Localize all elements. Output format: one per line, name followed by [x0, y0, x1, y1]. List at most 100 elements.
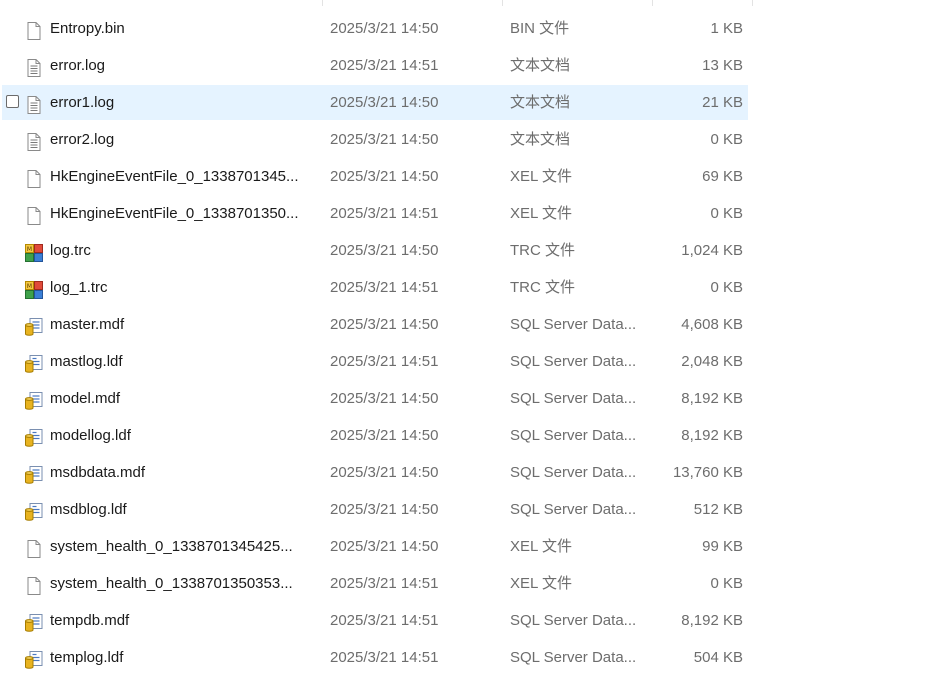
- column-separator-1[interactable]: [322, 0, 323, 6]
- file-size: 1 KB: [710, 20, 743, 37]
- file-row[interactable]: mastlog.ldf 2025/3/21 14:51 SQL Server Dat…: [0, 343, 927, 380]
- file-row[interactable]: msdblog.ldf 2025/3/21 14:50 SQL Server Dat…: [0, 491, 927, 528]
- sql-data-file-icon: [24, 610, 44, 632]
- file-type: 文本文档: [510, 131, 571, 148]
- file-row[interactable]: Mlog.trc 2025/3/21 14:50 TRC 文件 1,024 KB: [0, 232, 927, 269]
- file-type: TRC 文件: [510, 279, 575, 296]
- file-row[interactable]: msdbdata.mdf 2025/3/21 14:50 SQL Server Da…: [0, 454, 927, 491]
- row-checkbox[interactable]: [6, 95, 19, 108]
- file-name[interactable]: error.log: [50, 47, 320, 84]
- file-size: 8,192 KB: [681, 612, 743, 629]
- file-row[interactable]: error2.log 2025/3/21 14:50 文本文档 0 KB: [0, 121, 927, 158]
- file-name[interactable]: system_health_0_1338701345425...: [50, 528, 320, 565]
- file-date-modified: 2025/3/21 14:51: [330, 575, 439, 592]
- file-name[interactable]: system_health_0_1338701350353...: [50, 565, 320, 602]
- file-date-modified: 2025/3/21 14:50: [330, 20, 439, 37]
- file-row[interactable]: error.log 2025/3/21 14:51 文本文档 13 KB: [0, 47, 927, 84]
- file-name[interactable]: log.trc: [50, 232, 320, 269]
- file-type: SQL Server Data...: [510, 427, 637, 444]
- file-size: 0 KB: [710, 131, 743, 148]
- file-row[interactable]: model.mdf 2025/3/21 14:50 SQL Server Data.…: [0, 380, 927, 417]
- file-type: SQL Server Data...: [510, 649, 637, 666]
- file-size: 512 KB: [693, 501, 743, 518]
- file-date-modified: 2025/3/21 14:51: [330, 57, 439, 74]
- file-size: 13 KB: [702, 57, 743, 74]
- file-date-modified: 2025/3/21 14:50: [330, 131, 439, 148]
- file-date-modified: 2025/3/21 14:50: [330, 538, 439, 555]
- file-row[interactable]: system_health_0_1338701350353... 2025/3/2…: [0, 565, 927, 602]
- file-date-modified: 2025/3/21 14:51: [330, 205, 439, 222]
- file-type: SQL Server Data...: [510, 390, 637, 407]
- file-date-modified: 2025/3/21 14:50: [330, 501, 439, 518]
- file-name[interactable]: error2.log: [50, 121, 320, 158]
- trace-file-icon: M: [24, 277, 44, 299]
- file-name[interactable]: Entropy.bin: [50, 10, 320, 47]
- file-row[interactable]: templog.ldf 2025/3/21 14:51 SQL Server Dat…: [0, 639, 927, 676]
- file-date-modified: 2025/3/21 14:51: [330, 279, 439, 296]
- file-size: 1,024 KB: [681, 242, 743, 259]
- file-date-modified: 2025/3/21 14:50: [330, 94, 439, 111]
- blank-file-icon: [24, 203, 44, 225]
- file-name[interactable]: templog.ldf: [50, 639, 320, 676]
- file-row[interactable]: master.mdf 2025/3/21 14:50 SQL Server Data…: [0, 306, 927, 343]
- file-type: TRC 文件: [510, 242, 575, 259]
- file-name[interactable]: tempdb.mdf: [50, 602, 320, 639]
- file-type: 文本文档: [510, 94, 571, 111]
- file-row[interactable]: error1.log 2025/3/21 14:50 文本文档 21 KB: [0, 84, 927, 121]
- file-name[interactable]: HkEngineEventFile_0_1338701345...: [50, 158, 320, 195]
- column-separator-3[interactable]: [652, 0, 653, 6]
- file-type: XEL 文件: [510, 205, 572, 222]
- file-name[interactable]: msdblog.ldf: [50, 491, 320, 528]
- sql-data-file-icon: [24, 462, 44, 484]
- file-date-modified: 2025/3/21 14:50: [330, 464, 439, 481]
- file-row[interactable]: HkEngineEventFile_0_1338701350... 2025/3/…: [0, 195, 927, 232]
- file-type: XEL 文件: [510, 538, 572, 555]
- file-type: 文本文档: [510, 57, 571, 74]
- file-name[interactable]: error1.log: [50, 84, 320, 121]
- file-date-modified: 2025/3/21 14:50: [330, 390, 439, 407]
- text-file-icon: [24, 55, 44, 77]
- file-row[interactable]: Mlog_1.trc 2025/3/21 14:51 TRC 文件 0 KB: [0, 269, 927, 306]
- file-name[interactable]: master.mdf: [50, 306, 320, 343]
- text-file-icon: [24, 92, 44, 114]
- file-name[interactable]: mastlog.ldf: [50, 343, 320, 380]
- text-file-icon: [24, 129, 44, 151]
- blank-file-icon: [24, 536, 44, 558]
- file-size: 0 KB: [710, 575, 743, 592]
- file-row[interactable]: tempdb.mdf 2025/3/21 14:51 SQL Server Data…: [0, 602, 927, 639]
- file-row[interactable]: HkEngineEventFile_0_1338701345... 2025/3/…: [0, 158, 927, 195]
- file-name[interactable]: log_1.trc: [50, 269, 320, 306]
- file-name[interactable]: HkEngineEventFile_0_1338701350...: [50, 195, 320, 232]
- file-date-modified: 2025/3/21 14:51: [330, 612, 439, 629]
- file-size: 504 KB: [693, 649, 743, 666]
- file-name[interactable]: msdbdata.mdf: [50, 454, 320, 491]
- sql-log-file-icon: [24, 351, 44, 373]
- column-separator-4[interactable]: [752, 0, 753, 6]
- file-row[interactable]: modellog.ldf 2025/3/21 14:50 SQL Server Da…: [0, 417, 927, 454]
- trace-file-icon: M: [24, 240, 44, 262]
- blank-file-icon: [24, 18, 44, 40]
- file-type: XEL 文件: [510, 168, 572, 185]
- file-type: SQL Server Data...: [510, 464, 637, 481]
- file-name[interactable]: model.mdf: [50, 380, 320, 417]
- sql-log-file-icon: [24, 499, 44, 521]
- file-size: 99 KB: [702, 538, 743, 555]
- column-separator-2[interactable]: [502, 0, 503, 6]
- file-row[interactable]: Entropy.bin 2025/3/21 14:50 BIN 文件 1 KB: [0, 10, 927, 47]
- file-type: SQL Server Data...: [510, 501, 637, 518]
- file-size: 8,192 KB: [681, 427, 743, 444]
- file-date-modified: 2025/3/21 14:50: [330, 427, 439, 444]
- file-date-modified: 2025/3/21 14:50: [330, 168, 439, 185]
- file-date-modified: 2025/3/21 14:51: [330, 353, 439, 370]
- svg-text:M: M: [27, 246, 32, 253]
- file-type: SQL Server Data...: [510, 316, 637, 333]
- file-size: 13,760 KB: [672, 464, 743, 481]
- file-size: 8,192 KB: [681, 390, 743, 407]
- file-size: 4,608 KB: [681, 316, 743, 333]
- file-name[interactable]: modellog.ldf: [50, 417, 320, 454]
- file-size: 0 KB: [710, 279, 743, 296]
- file-size: 2,048 KB: [681, 353, 743, 370]
- file-type: SQL Server Data...: [510, 612, 637, 629]
- file-row[interactable]: system_health_0_1338701345425... 2025/3/2…: [0, 528, 927, 565]
- file-date-modified: 2025/3/21 14:50: [330, 316, 439, 333]
